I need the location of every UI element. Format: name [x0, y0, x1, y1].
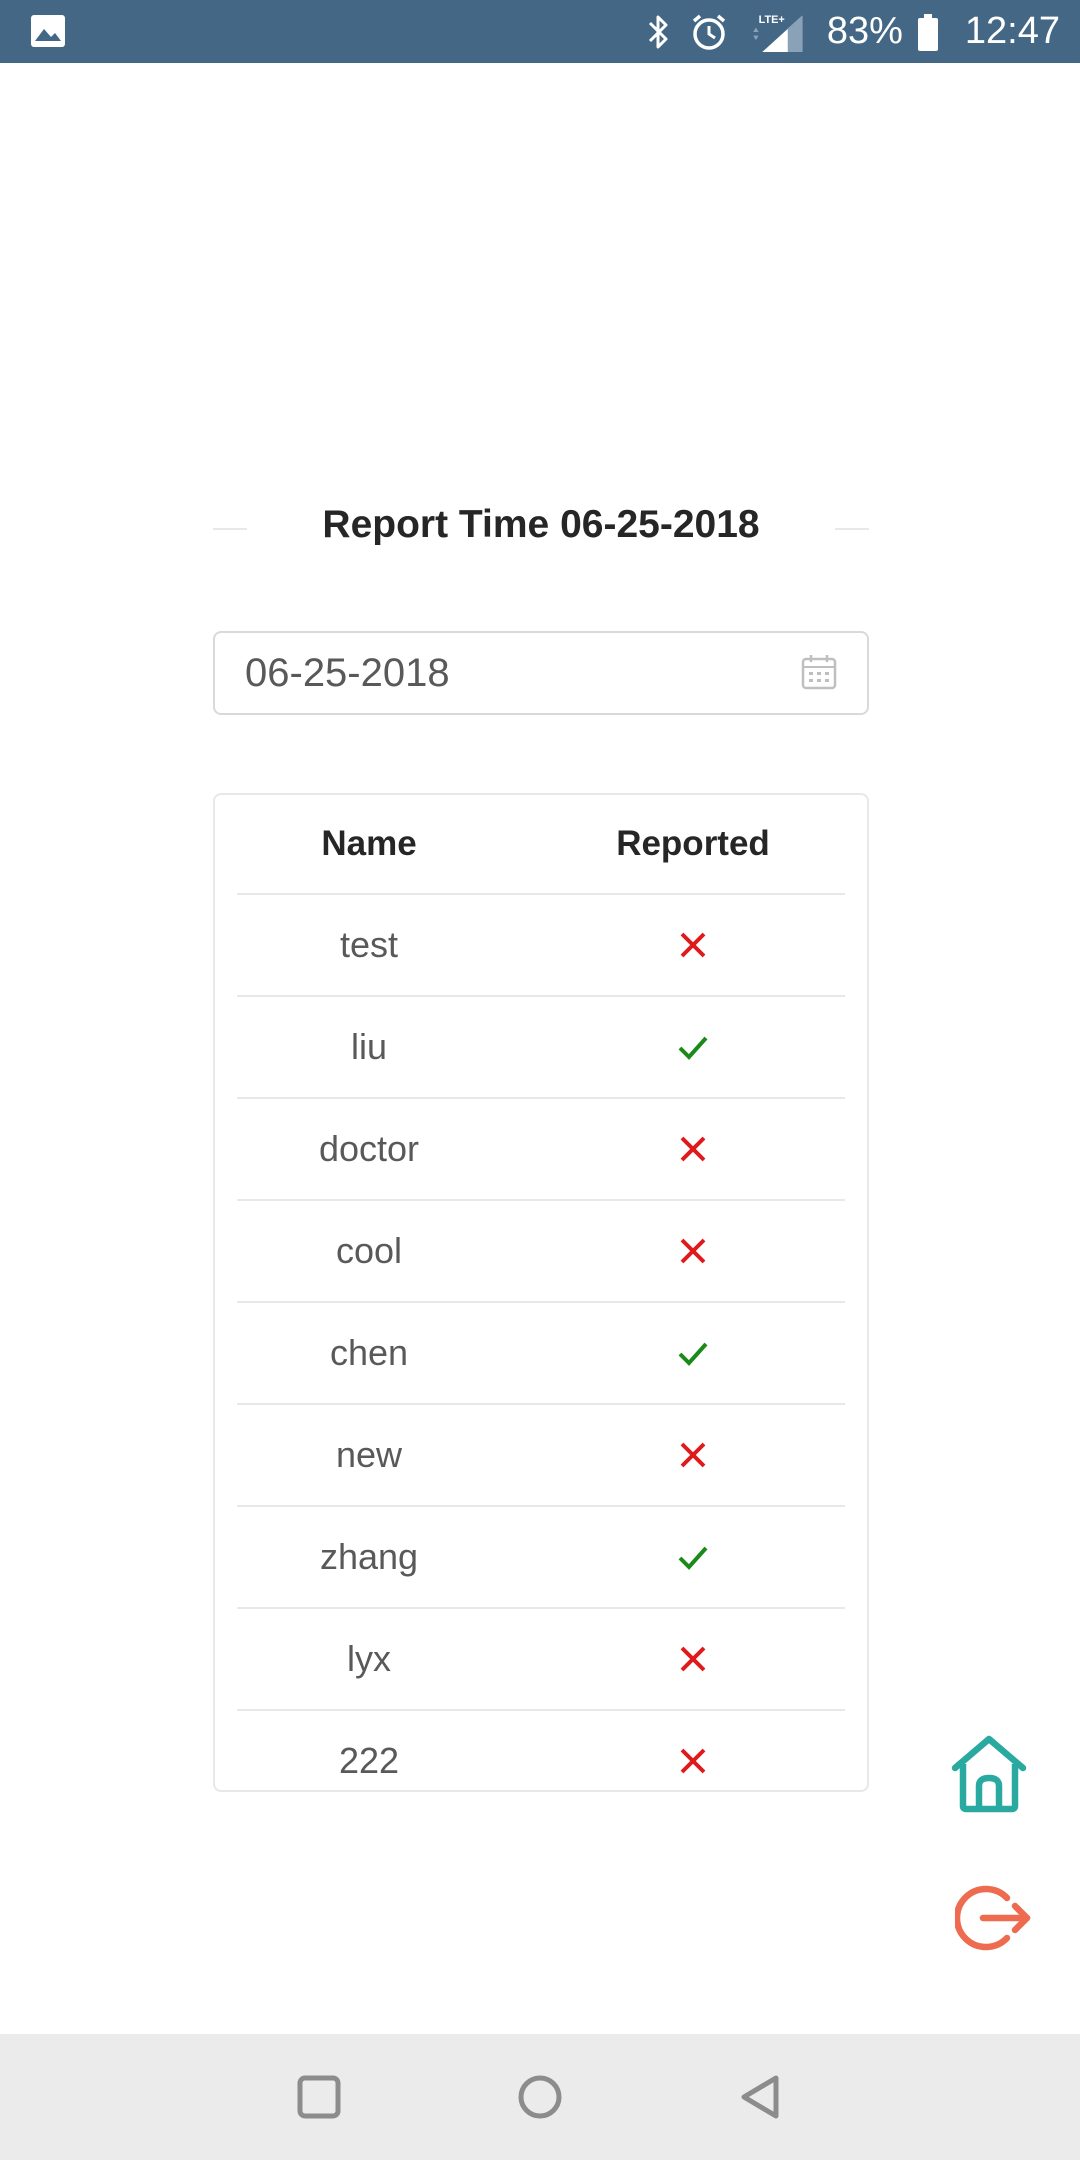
cross-icon [680, 1238, 706, 1264]
bluetooth-icon [648, 15, 668, 48]
reported-cell [541, 1099, 845, 1199]
check-icon [678, 1036, 708, 1060]
reported-cell [541, 1303, 845, 1403]
name-cell: liu [237, 997, 501, 1097]
table-row: chen [237, 1303, 845, 1405]
reported-cell [541, 997, 845, 1097]
table-header-row: Name Reported [237, 795, 845, 895]
cross-icon [680, 1748, 706, 1774]
date-picker-input[interactable]: 06-25-2018 [213, 631, 869, 715]
header-name: Name [321, 824, 417, 863]
calendar-icon[interactable] [801, 653, 837, 691]
reported-cell [541, 1507, 845, 1607]
table-body: Name Reported test liu doctor cool chen new zh… [237, 795, 845, 1811]
header-name-cell: Name [237, 795, 501, 893]
name-cell: new [237, 1405, 501, 1505]
reported-cell [541, 1405, 845, 1505]
table-row: zhang [237, 1507, 845, 1609]
reported-cell [541, 1609, 845, 1709]
status-bar: LTE+ 83% 12:47 [0, 0, 1080, 63]
clock: 12:47 [964, 10, 1060, 52]
gallery-icon [31, 15, 65, 47]
name-cell: test [237, 895, 501, 995]
name-cell: zhang [237, 1507, 501, 1607]
screen: LTE+ 83% 12:47 Report Time 06-25-2018 06… [0, 0, 1080, 2160]
reported-cell [541, 895, 845, 995]
back-button[interactable] [736, 2072, 786, 2122]
row-name: zhang [319, 1536, 419, 1577]
signal-icon: LTE+ [753, 13, 803, 52]
recents-button[interactable] [294, 2072, 344, 2122]
row-name: new [335, 1434, 403, 1475]
check-icon [678, 1342, 708, 1366]
network-type-label: LTE+ [758, 13, 784, 25]
home-button[interactable] [515, 2072, 565, 2122]
row-name: test [339, 924, 399, 965]
check-icon [678, 1546, 708, 1570]
row-name: doctor [318, 1128, 420, 1169]
cross-icon [680, 1646, 706, 1672]
battery-percentage: 83% [826, 10, 903, 52]
page-title: Report Time 06-25-2018 [322, 503, 760, 546]
alarm-icon [692, 14, 725, 50]
row-name: chen [329, 1332, 409, 1373]
name-cell: cool [237, 1201, 501, 1301]
row-name: 222 [338, 1740, 400, 1781]
name-cell: lyx [237, 1609, 501, 1709]
table-row: new [237, 1405, 845, 1507]
cross-icon [680, 1442, 706, 1468]
battery-icon [917, 13, 938, 51]
home-icon[interactable] [950, 1734, 1028, 1814]
date-value: 06-25-2018 [245, 651, 450, 695]
table-row: lyx [237, 1609, 845, 1711]
reported-cell [541, 1711, 845, 1811]
logout-icon[interactable] [955, 1882, 1033, 1954]
row-name: liu [350, 1026, 388, 1067]
name-cell: 222 [237, 1711, 501, 1811]
table-row: 222 [237, 1711, 845, 1811]
cross-icon [680, 932, 706, 958]
cross-icon [680, 1136, 706, 1162]
divider-right [835, 528, 869, 530]
name-cell: doctor [237, 1099, 501, 1199]
header-reported: Reported [616, 824, 770, 863]
table-row: doctor [237, 1099, 845, 1201]
table-row: liu [237, 997, 845, 1099]
report-table: Name Reported test liu doctor cool chen new zh… [213, 793, 869, 1792]
header-reported-cell: Reported [541, 795, 845, 893]
table-row: test [237, 895, 845, 997]
reported-cell [541, 1201, 845, 1301]
navigation-bar [0, 2034, 1080, 2160]
name-cell: chen [237, 1303, 501, 1403]
table-row: cool [237, 1201, 845, 1303]
title-row: Report Time 06-25-2018 [213, 490, 869, 560]
row-name: cool [335, 1230, 403, 1271]
row-name: lyx [347, 1638, 391, 1679]
